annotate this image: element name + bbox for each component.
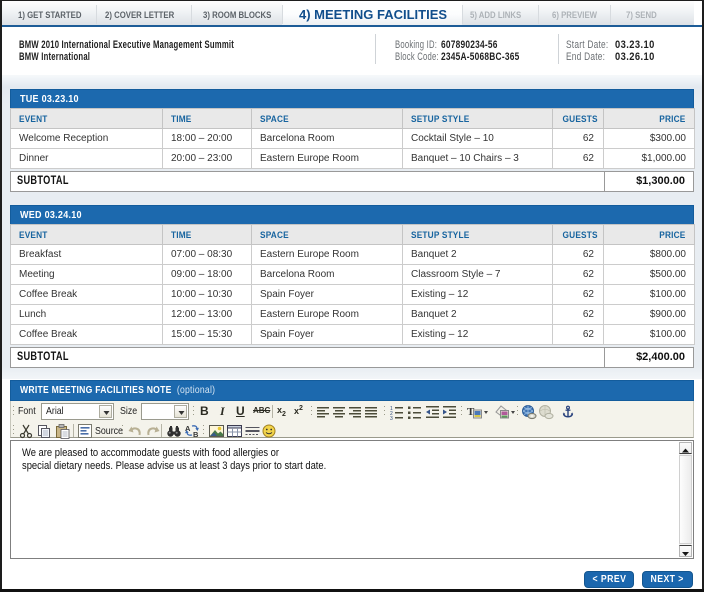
svg-text:3: 3 [390, 416, 393, 420]
svg-text:B: B [193, 430, 199, 439]
